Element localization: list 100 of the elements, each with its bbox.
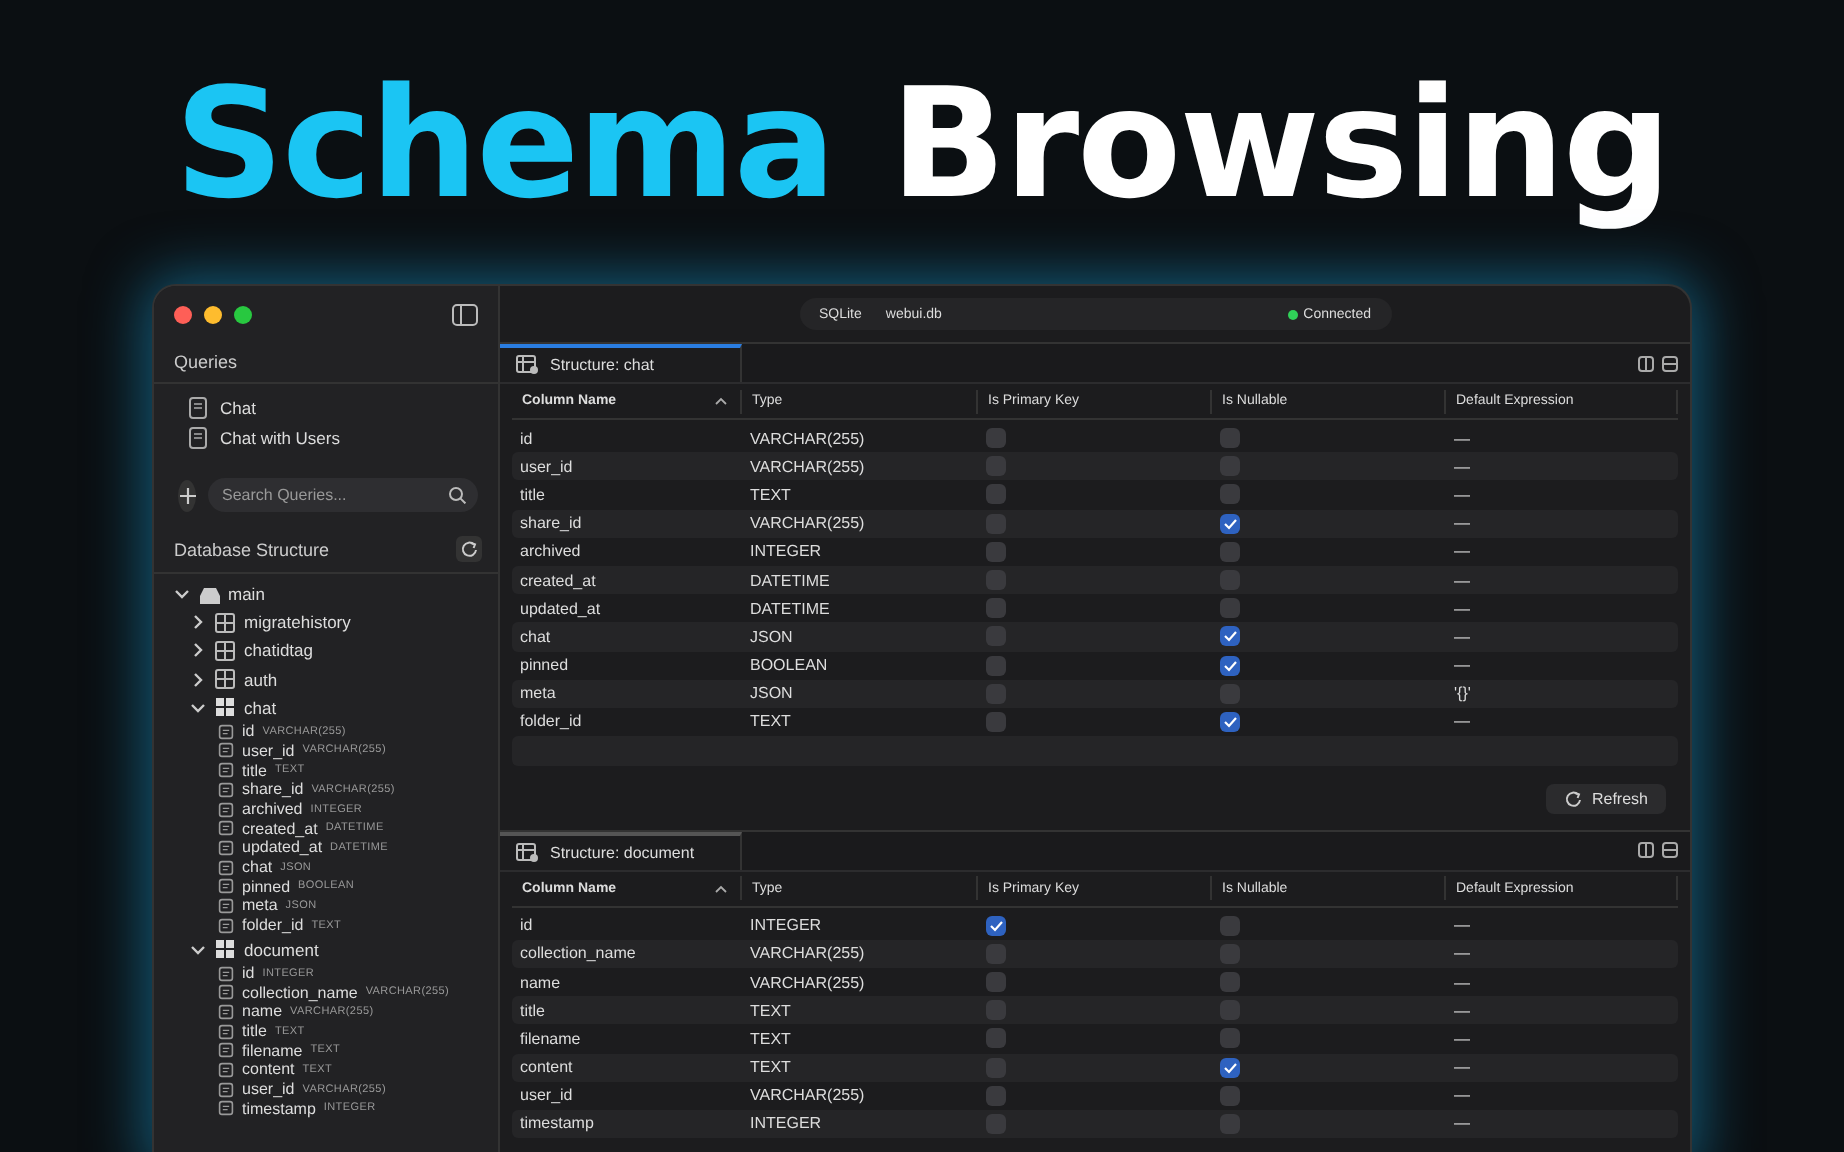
add-button[interactable] [178, 479, 196, 511]
checkbox[interactable] [1220, 1057, 1240, 1078]
split-horizontal-icon[interactable] [1662, 842, 1678, 859]
checkbox[interactable] [1220, 683, 1240, 704]
checkbox[interactable] [986, 1028, 1006, 1049]
column-name: filename [518, 1029, 583, 1048]
query-item[interactable]: Chat with Users [186, 426, 498, 450]
caret-up-icon [714, 883, 728, 894]
default-value: — [1452, 916, 1472, 935]
table-name[interactable]: auth [244, 669, 278, 690]
split-vertical-icon[interactable] [1638, 355, 1654, 371]
checkbox[interactable] [1220, 513, 1240, 534]
checkbox[interactable] [986, 428, 1006, 449]
zoom-button[interactable] [234, 305, 252, 323]
checkmark-icon [1222, 713, 1238, 730]
search-icon [448, 486, 466, 504]
default-value: — [1452, 1029, 1472, 1048]
table-icon [516, 841, 540, 864]
column-name: id [242, 964, 255, 983]
headline-word: Schema [174, 51, 835, 235]
checkbox[interactable] [986, 683, 1006, 704]
database-name[interactable]: main [228, 584, 265, 605]
column-name: user_id [242, 1080, 295, 1099]
checkbox[interactable] [986, 1057, 1006, 1078]
column-type: VARCHAR(255) [748, 514, 867, 533]
checkbox[interactable] [986, 655, 1006, 676]
checkbox[interactable] [986, 484, 1006, 505]
checkbox[interactable] [1220, 655, 1240, 676]
checkbox[interactable] [1220, 972, 1240, 993]
column-name: created_at [518, 571, 598, 590]
split-vertical-icon[interactable] [1638, 842, 1654, 859]
chevron-right-icon[interactable] [190, 642, 206, 659]
query-item[interactable]: Chat [186, 396, 498, 420]
checkbox[interactable] [986, 1000, 1006, 1021]
checkbox[interactable] [1220, 1113, 1240, 1134]
column-name: name [518, 973, 563, 992]
chevron-right-icon[interactable] [190, 671, 206, 688]
section-title: Queries [154, 342, 498, 384]
column-name: share_id [242, 780, 304, 799]
column-name: share_id [518, 514, 584, 533]
column-name: meta [242, 896, 278, 915]
column-name: name [242, 1002, 283, 1021]
checkbox[interactable] [986, 456, 1006, 477]
checkbox[interactable] [1220, 626, 1240, 647]
tab[interactable]: Structure: chat [500, 344, 742, 382]
default-value: — [1452, 973, 1472, 992]
document-icon [186, 426, 210, 450]
column-name: pinned [518, 656, 571, 675]
checkbox[interactable] [1220, 915, 1240, 936]
checkbox[interactable] [1220, 711, 1240, 732]
table-name[interactable]: chatidtag [244, 640, 313, 661]
checkbox[interactable] [986, 570, 1006, 591]
checkbox[interactable] [1220, 1085, 1240, 1106]
checkbox[interactable] [1220, 428, 1240, 449]
close-button[interactable] [174, 305, 192, 323]
default-value: — [1452, 429, 1472, 448]
checkbox[interactable] [1220, 598, 1240, 619]
column-type: TEXT [748, 712, 793, 731]
checkbox[interactable] [1220, 943, 1240, 964]
column-name: chat [518, 627, 553, 646]
checkbox[interactable] [986, 513, 1006, 534]
split-horizontal-icon[interactable] [1662, 355, 1678, 371]
tab[interactable]: Structure: document [500, 831, 742, 870]
column-name: pinned [242, 877, 291, 896]
minimize-button[interactable] [204, 305, 222, 323]
checkbox[interactable] [986, 711, 1006, 732]
checkbox[interactable] [986, 915, 1006, 936]
refresh-button[interactable] [456, 536, 482, 562]
checkbox[interactable] [986, 972, 1006, 993]
checkbox[interactable] [1220, 1000, 1240, 1021]
table-icon [214, 611, 236, 634]
default-value: — [1452, 485, 1472, 504]
column-name: folder_id [518, 712, 584, 731]
checkbox[interactable] [1220, 456, 1240, 477]
chevron-right-icon[interactable] [190, 614, 206, 631]
default-value: — [1452, 712, 1472, 731]
table-name[interactable]: document [244, 939, 319, 960]
checkbox[interactable] [986, 1085, 1006, 1106]
checkbox[interactable] [986, 943, 1006, 964]
checkbox[interactable] [986, 541, 1006, 562]
refresh-button[interactable]: Refresh [1545, 783, 1666, 814]
table-name[interactable]: chat [244, 697, 277, 718]
column-name: title [242, 761, 267, 780]
checkmark-icon [988, 917, 1004, 934]
checkbox[interactable] [1220, 484, 1240, 505]
chevron-down-icon[interactable] [190, 699, 206, 716]
chevron-down-icon[interactable] [190, 941, 206, 958]
checkbox[interactable] [1220, 1028, 1240, 1049]
sidebar-toggle-icon[interactable] [452, 303, 478, 325]
checkbox[interactable] [1220, 570, 1240, 591]
default-value: — [1452, 542, 1472, 561]
checkbox[interactable] [1220, 541, 1240, 562]
column-name: timestamp [518, 1114, 596, 1133]
chevron-down-icon[interactable] [174, 586, 190, 603]
checkbox[interactable] [986, 598, 1006, 619]
search-field[interactable]: Search Queries... [208, 478, 478, 512]
column-type: TEXT [748, 1029, 793, 1048]
checkbox[interactable] [986, 1113, 1006, 1134]
column-name: title [242, 1022, 267, 1041]
table-name[interactable]: migratehistory [244, 612, 351, 633]
